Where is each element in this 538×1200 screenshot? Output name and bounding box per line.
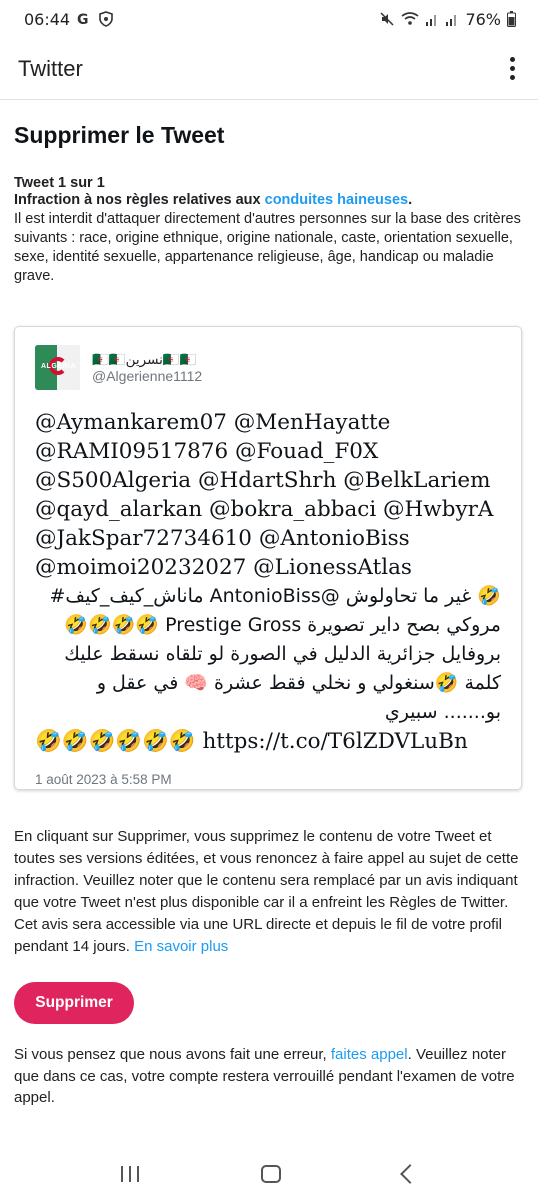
tweet-mentions: @Aymankarem07 @MenHayatte @RAMI09517876 … bbox=[35, 410, 494, 580]
appeal-link[interactable]: faites appel bbox=[331, 1046, 408, 1063]
svg-text:G: G bbox=[77, 12, 89, 27]
appeal-notice: Si vous pensez que nous avons fait une e… bbox=[14, 1044, 524, 1109]
signal-icon bbox=[445, 11, 459, 27]
author-info: 🇩🇿🇩🇿نسرين🇩🇿🇩🇿 @Algerienne1112 bbox=[92, 352, 202, 384]
author-handle: @Algerienne1112 bbox=[92, 367, 203, 384]
tweet-header: ALGERIA 🇩🇿🇩🇿نسرين🇩🇿🇩🇿 @Algerienne1112 bbox=[35, 345, 501, 390]
back-icon[interactable] bbox=[400, 1164, 420, 1184]
status-right: 76% bbox=[379, 10, 516, 29]
infraction-prefix: Infraction à nos règles relatives aux bbox=[14, 192, 265, 208]
status-left: 06:44 G bbox=[24, 10, 114, 29]
learn-more-link[interactable]: En savoir plus bbox=[134, 938, 228, 955]
page-title: Supprimer le Tweet bbox=[14, 122, 225, 148]
battery-level: 76% bbox=[465, 9, 501, 29]
g-icon: G bbox=[76, 11, 92, 27]
avatar[interactable]: ALGERIA bbox=[35, 345, 80, 390]
mute-icon bbox=[379, 11, 395, 27]
shield-icon bbox=[98, 11, 114, 27]
tweet-text: @Aymankarem07 @MenHayatte @RAMI09517876 … bbox=[35, 408, 501, 756]
tweet-ending: 🤣🤣🤣🤣🤣🤣 https://t.co/T6lZDVLuBn bbox=[35, 729, 468, 754]
main-content: Supprimer le Tweet Tweet 1 sur 1 Infract… bbox=[14, 100, 524, 1109]
appeal-prefix: Si vous pensez que nous avons fait une e… bbox=[14, 1046, 331, 1063]
warning-text: En cliquant sur Supprimer, vous supprime… bbox=[14, 828, 519, 955]
app-bar: Twitter bbox=[0, 38, 538, 100]
signal-icon bbox=[425, 11, 439, 27]
infraction-notice: Infraction à nos règles relatives aux co… bbox=[14, 191, 524, 210]
home-icon[interactable] bbox=[261, 1165, 281, 1183]
author-name: 🇩🇿🇩🇿نسرين🇩🇿🇩🇿 bbox=[92, 351, 197, 367]
system-nav-bar bbox=[0, 1148, 538, 1200]
status-bar: 06:44 G 76% bbox=[0, 0, 538, 38]
delete-button[interactable]: Supprimer bbox=[14, 982, 134, 1024]
tweet-date: 1 août 2023 à 5:58 PM bbox=[35, 772, 172, 787]
status-time: 06:44 bbox=[24, 9, 71, 29]
tweet-card[interactable]: ALGERIA 🇩🇿🇩🇿نسرين🇩🇿🇩🇿 @Algerienne1112 @A… bbox=[14, 326, 522, 790]
avatar-text: ALGERIA bbox=[41, 363, 76, 370]
wifi-icon bbox=[401, 11, 419, 27]
delete-warning: En cliquant sur Supprimer, vous supprime… bbox=[14, 826, 524, 958]
hateful-conduct-link[interactable]: conduites haineuses bbox=[265, 192, 408, 208]
battery-icon bbox=[507, 11, 516, 27]
more-vert-icon[interactable] bbox=[500, 54, 524, 84]
infraction-suffix: . bbox=[408, 192, 413, 208]
tweet-count: Tweet 1 sur 1 bbox=[14, 175, 105, 191]
recents-icon[interactable] bbox=[121, 1166, 139, 1182]
rule-description: Il est interdit d'attaquer directement d… bbox=[14, 211, 521, 284]
tweet-body: 🤣 غير ما تحاولوش @AntonioBiss ماناش_كيف_… bbox=[49, 585, 501, 723]
app-title: Twitter bbox=[18, 55, 83, 81]
